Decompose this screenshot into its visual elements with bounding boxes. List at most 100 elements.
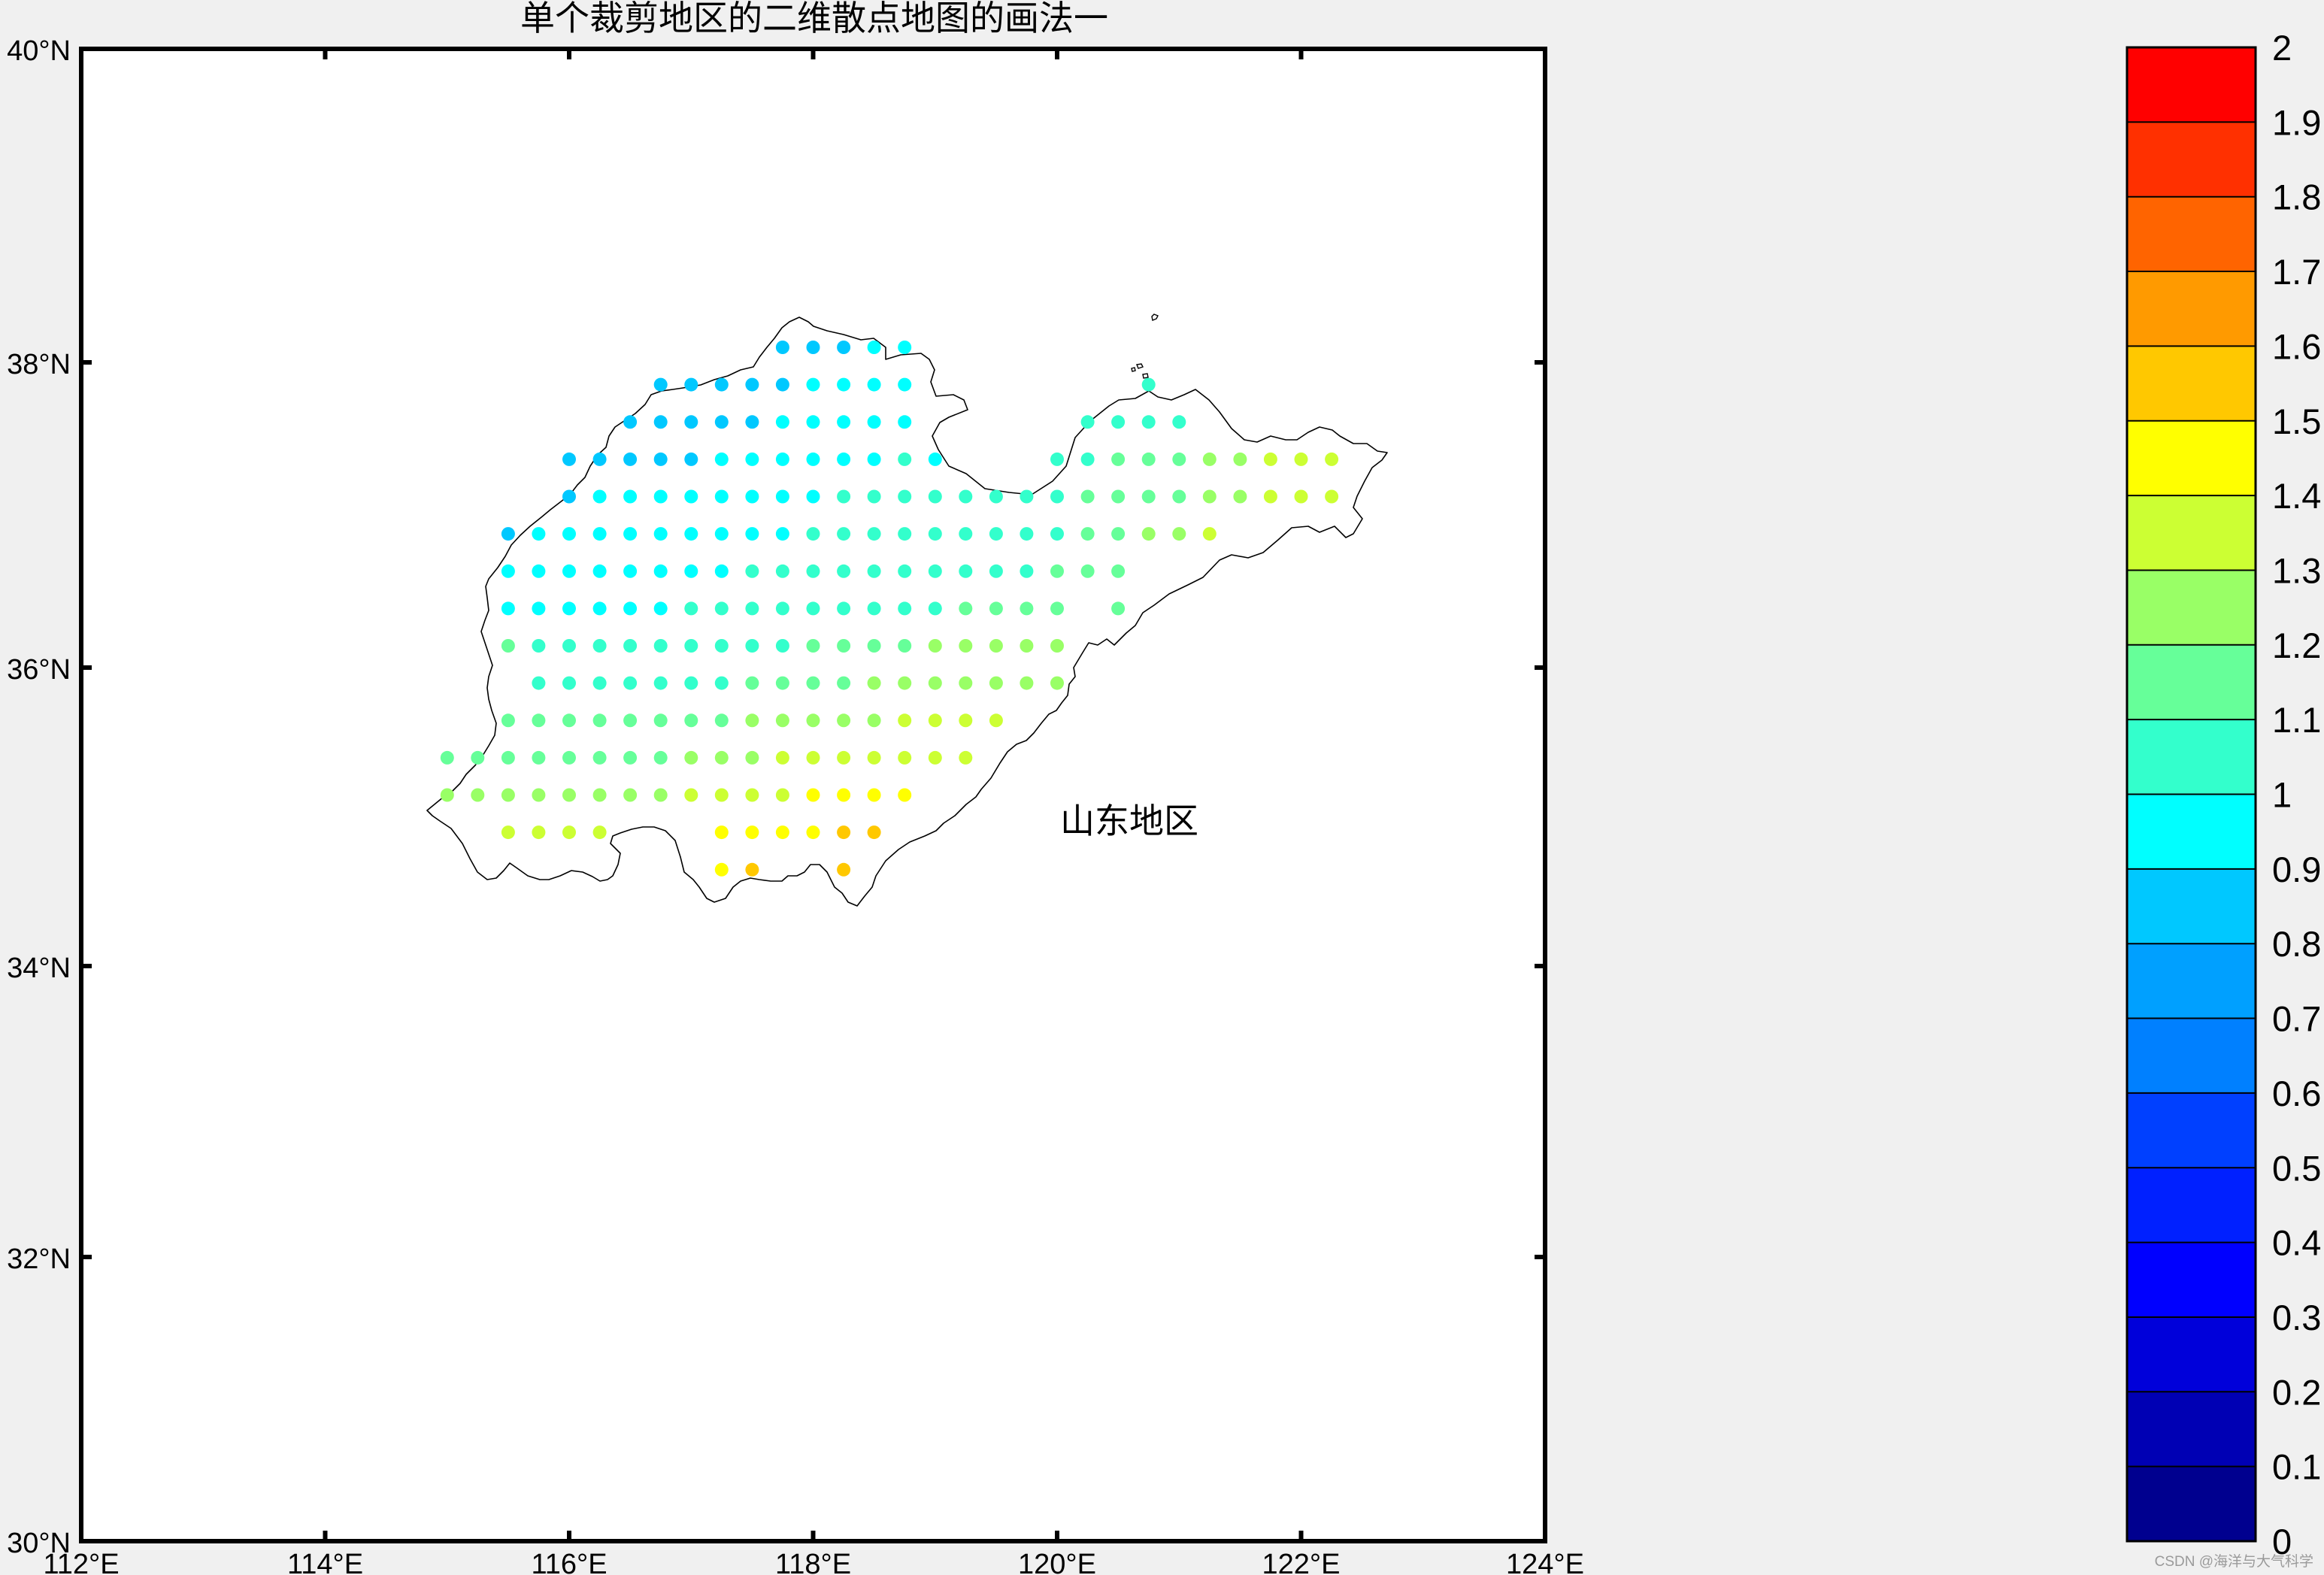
colorbar-band (2127, 868, 2256, 944)
scatter-point (928, 601, 942, 616)
scatter-point (806, 377, 820, 392)
scatter-point (928, 452, 942, 466)
scatter-point (806, 452, 820, 466)
scatter-point (501, 639, 515, 653)
scatter-point (959, 713, 973, 728)
scatter-point (837, 639, 851, 653)
colorbar-band (2127, 47, 2256, 123)
scatter-point (898, 750, 912, 765)
scatter-point (898, 452, 912, 466)
colorbar-band (2127, 570, 2256, 646)
colorbar-tick-label: 1.5 (2272, 401, 2321, 441)
scatter-point (745, 639, 759, 653)
scatter-point (745, 750, 759, 765)
scatter-point (745, 713, 759, 728)
colorbar-tick-label: 0.8 (2272, 924, 2321, 964)
scatter-point (714, 788, 729, 802)
scatter-point (653, 415, 668, 429)
scatter-point (684, 750, 698, 765)
map-axes: 山东地区 40°N 38°N 36°N 34°N 32°N 30°N 112°E… (7, 35, 1584, 1575)
scatter-point (501, 788, 515, 802)
scatter-point (1111, 564, 1126, 578)
scatter-point (806, 788, 820, 802)
scatter-point (653, 750, 668, 765)
scatter-point (867, 564, 881, 578)
scatter-point (684, 377, 698, 392)
region-label: 山东地区 (1060, 801, 1198, 841)
scatter-point (653, 676, 668, 690)
scatter-point (745, 788, 759, 802)
scatter-point (1050, 639, 1064, 653)
scatter-point (623, 713, 638, 728)
scatter-point (775, 341, 789, 354)
scatter-point (1080, 489, 1095, 504)
colorbar-tick-label: 0.2 (2272, 1372, 2321, 1412)
map-title: 单个裁剪地区的二维散点地图的画法一 (520, 0, 1108, 38)
scatter-point (1050, 601, 1064, 616)
scatter-point (684, 489, 698, 504)
colorbar-band (2127, 1242, 2256, 1318)
scatter-point (867, 713, 881, 728)
scatter-point (684, 713, 698, 728)
scatter-point (440, 788, 454, 802)
scatter-point (1294, 452, 1308, 466)
scatter-point (501, 601, 515, 616)
scatter-point (928, 489, 942, 504)
scatter-point (562, 564, 576, 578)
lon-tick-label: 122°E (1262, 1549, 1341, 1575)
colorbar-band (2127, 644, 2256, 720)
colorbar-tick-label: 2 (2272, 28, 2292, 68)
scatter-point (592, 452, 607, 466)
scatter-point (1141, 489, 1156, 504)
scatter-point (867, 452, 881, 466)
scatter-point (440, 750, 454, 765)
scatter-point (532, 639, 546, 653)
scatter-point (1020, 601, 1034, 616)
colorbar-tick-label: 1.2 (2272, 625, 2321, 665)
scatter-point (898, 713, 912, 728)
scatter-point (806, 601, 820, 616)
scatter-point (684, 639, 698, 653)
scatter-point (592, 564, 607, 578)
colorbar-tick-label: 1.3 (2272, 551, 2321, 591)
watermark: CSDN @海洋与大气科学 (2154, 1554, 2313, 1570)
scatter-point (898, 601, 912, 616)
scatter-point (837, 862, 851, 877)
scatter-point (653, 639, 668, 653)
colorbar-tick-label: 1.8 (2272, 177, 2321, 217)
scatter-point (714, 527, 729, 541)
scatter-point (898, 415, 912, 429)
scatter-point (653, 452, 668, 466)
scatter-point (592, 825, 607, 840)
figure-canvas: 单个裁剪地区的二维散点地图的画法一 山东地区 40°N 38°N 36°N 34… (7, 0, 2321, 1575)
colorbar-band (2127, 1018, 2256, 1094)
lon-tick-label: 120°E (1018, 1549, 1096, 1575)
scatter-point (532, 788, 546, 802)
scatter-point (775, 788, 789, 802)
scatter-point (1080, 415, 1095, 429)
lat-tick-label: 36°N (7, 654, 71, 686)
scatter-point (837, 489, 851, 504)
scatter-point (714, 713, 729, 728)
scatter-point (592, 527, 607, 541)
scatter-point (1263, 489, 1277, 504)
scatter-point (775, 489, 789, 504)
scatter-point (837, 601, 851, 616)
colorbar-band (2127, 495, 2256, 571)
scatter-point (867, 377, 881, 392)
colorbar-tick-label: 1.4 (2272, 476, 2321, 516)
lon-tick-label: 116°E (531, 1549, 607, 1575)
scatter-point (501, 713, 515, 728)
colorbar-band (2127, 943, 2256, 1019)
scatter-point (684, 564, 698, 578)
scatter-point (684, 415, 698, 429)
lon-tick-label: 114°E (287, 1549, 363, 1575)
scatter-point (898, 489, 912, 504)
colorbar-band (2127, 346, 2256, 422)
colorbar-tick-label: 1.7 (2272, 252, 2321, 292)
scatter-point (837, 825, 851, 840)
scatter-point (653, 601, 668, 616)
scatter-point (745, 601, 759, 616)
scatter-point (1325, 452, 1339, 466)
scatter-point (1141, 452, 1156, 466)
